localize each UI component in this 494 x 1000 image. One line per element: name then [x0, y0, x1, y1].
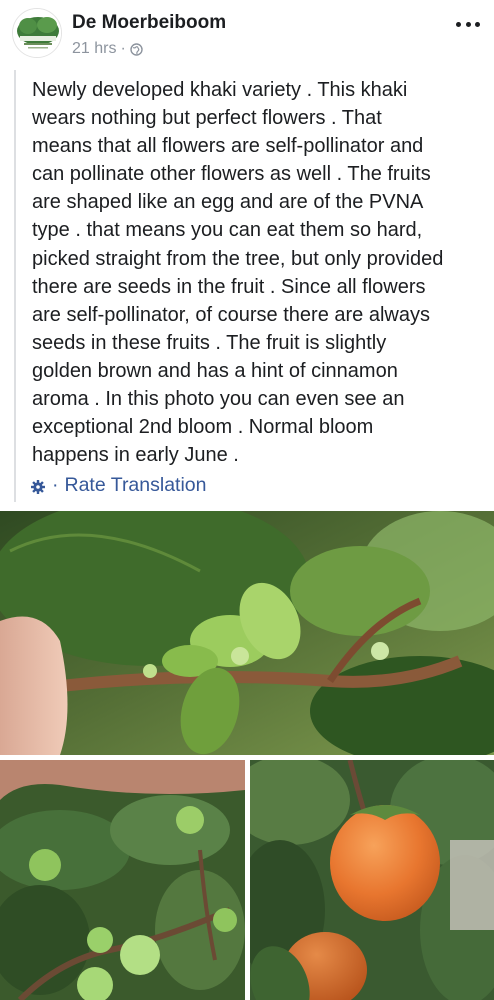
- page-name[interactable]: De Moerbeiboom: [72, 12, 226, 34]
- more-options-icon[interactable]: [456, 18, 480, 30]
- gear-icon: [30, 478, 46, 494]
- rate-translation-label: Rate Translation: [64, 474, 207, 496]
- post-text-container: Newly developed khaki variety . This kha…: [14, 70, 484, 502]
- page-avatar[interactable]: [12, 8, 62, 58]
- rate-translation-link[interactable]: · Rate Translation: [30, 474, 207, 497]
- translation-separator: ·: [52, 474, 59, 496]
- green-fruits-photo[interactable]: [0, 760, 245, 1000]
- globe-icon: [130, 42, 143, 56]
- khaki-branch-bloom-photo[interactable]: [0, 511, 494, 755]
- ripe-fruit-photo[interactable]: [250, 760, 494, 1000]
- post-header: De Moerbeiboom 21 hrs ·: [0, 0, 494, 66]
- meta-separator: ·: [120, 40, 126, 57]
- post-timestamp[interactable]: 21 hrs: [72, 40, 116, 58]
- post-body-text: Newly developed khaki variety . This kha…: [32, 79, 444, 467]
- post-meta: 21 hrs ·: [72, 40, 143, 58]
